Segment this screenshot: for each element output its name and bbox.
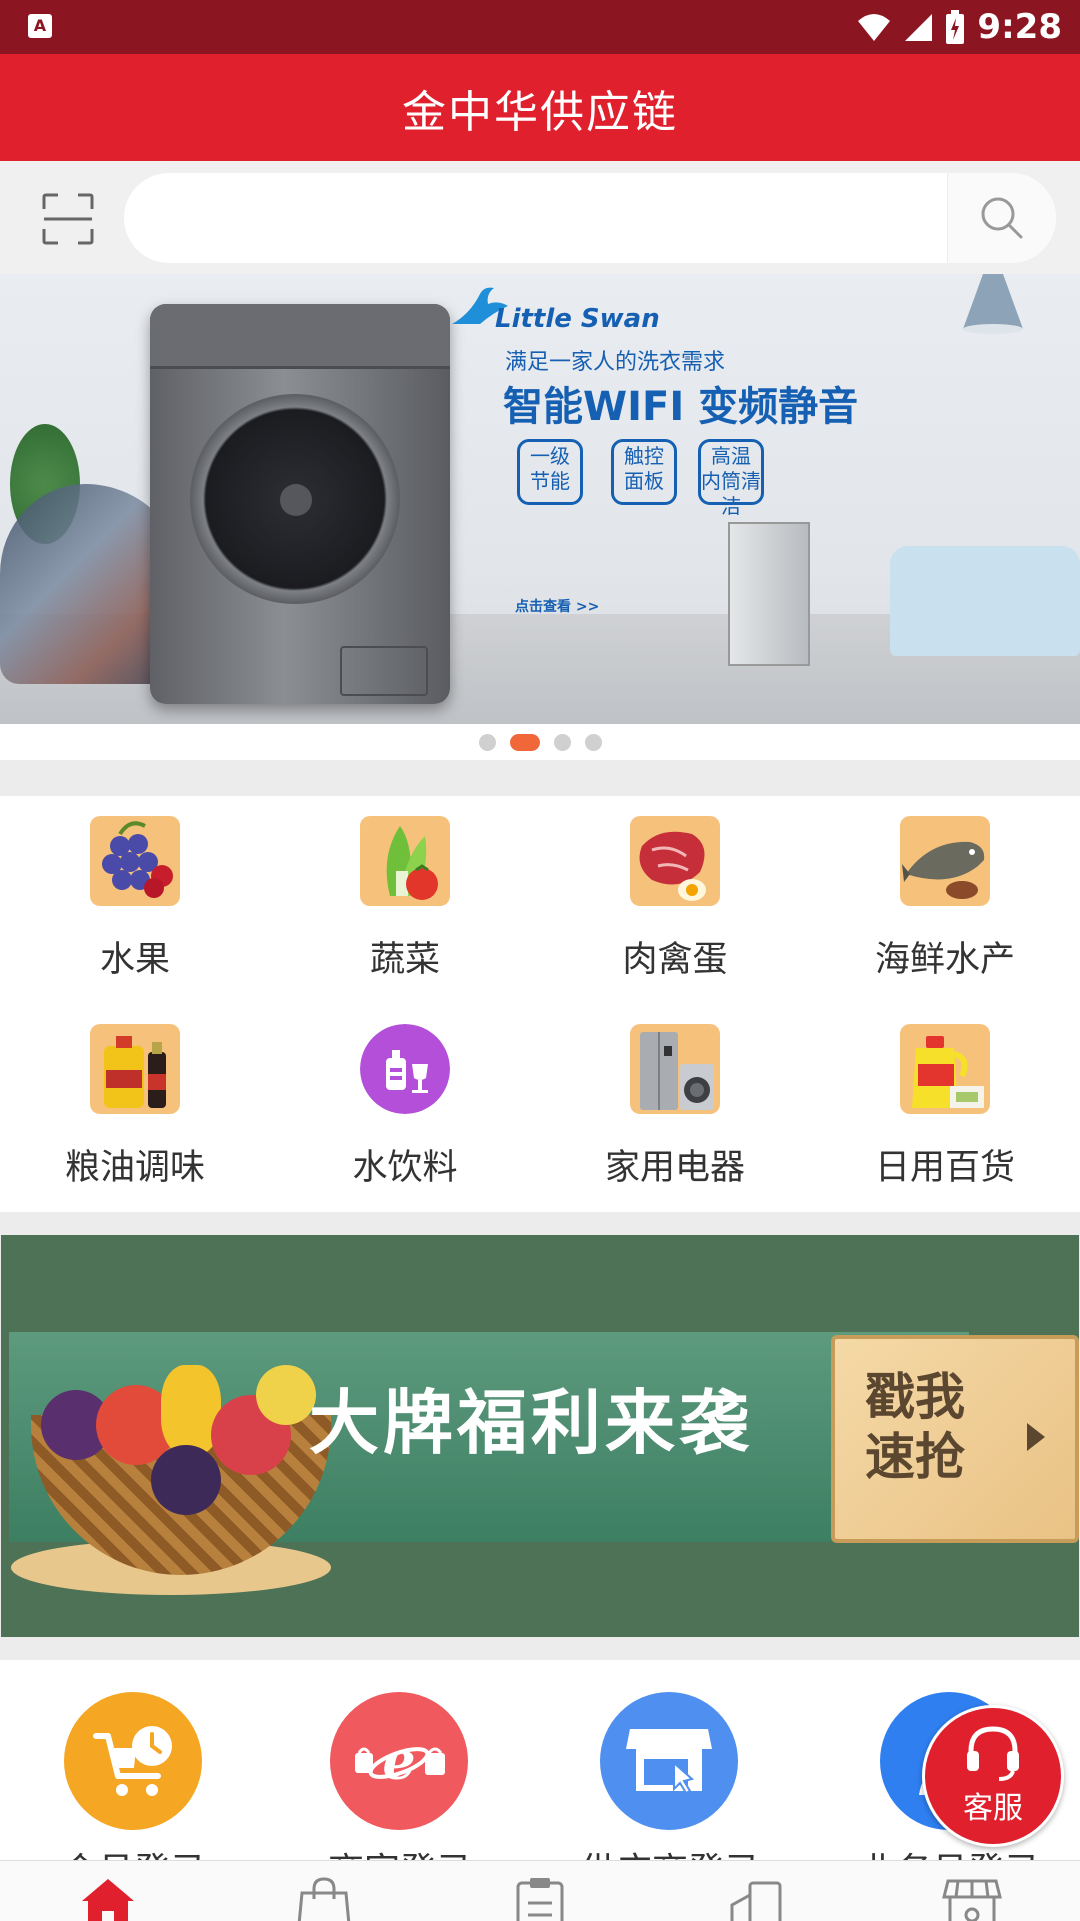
login-label: 会员登录 bbox=[24, 1842, 244, 1860]
customer-service-label: 客服 bbox=[963, 1791, 1023, 1826]
promo-banner[interactable]: 大牌福利来袭 戳我 速抢 bbox=[1, 1235, 1079, 1637]
category-label: 水果 bbox=[99, 940, 170, 980]
grapes-icon bbox=[90, 816, 180, 906]
carousel-dot[interactable] bbox=[478, 733, 496, 751]
bottom-nav bbox=[0, 1860, 1080, 1921]
store-icon bbox=[600, 1692, 738, 1830]
app-title: 金中华供应链 bbox=[402, 86, 678, 138]
carousel-dot[interactable] bbox=[553, 733, 571, 751]
category-grain-oil[interactable]: 粮油调味 bbox=[0, 1004, 270, 1204]
grape-bunch-image bbox=[151, 1445, 221, 1515]
supplier-login-button[interactable]: 供应商登录 bbox=[580, 1692, 760, 1860]
cabinet-image bbox=[728, 522, 810, 666]
login-label: 商家登录 bbox=[290, 1842, 510, 1860]
category-label: 蔬菜 bbox=[369, 940, 440, 980]
search-input[interactable] bbox=[154, 173, 958, 263]
promo-headline: 大牌福利来袭 bbox=[309, 1382, 753, 1464]
nav-delivery[interactable] bbox=[726, 1875, 786, 1921]
appliance-icon bbox=[630, 1024, 720, 1114]
search-box bbox=[124, 173, 1056, 263]
vegetable-icon bbox=[360, 816, 450, 906]
login-label: 业务员登录 bbox=[840, 1842, 1060, 1860]
app-header: 金中华供应链 bbox=[0, 54, 1080, 161]
category-drinks[interactable]: 水饮料 bbox=[270, 1004, 540, 1204]
wifi-icon bbox=[857, 12, 891, 42]
nav-home[interactable] bbox=[78, 1875, 138, 1921]
washer-door-center bbox=[280, 484, 312, 516]
ticket-text: 戳我 速抢 bbox=[865, 1367, 965, 1487]
play-arrow-icon bbox=[1027, 1423, 1045, 1451]
washing-machine-image bbox=[150, 304, 450, 704]
fish-icon bbox=[900, 816, 990, 906]
member-login-button[interactable]: 会员登录 bbox=[62, 1692, 206, 1860]
carousel-indicator bbox=[0, 724, 1080, 760]
login-label: 供应商登录 bbox=[560, 1842, 780, 1860]
meat-icon bbox=[630, 816, 720, 906]
status-time: 9:28 bbox=[977, 7, 1062, 47]
washer-door bbox=[190, 394, 400, 604]
category-meat[interactable]: 肉禽蛋 bbox=[540, 796, 810, 996]
category-label: 家用电器 bbox=[604, 1148, 745, 1188]
category-label: 日用百货 bbox=[874, 1148, 1015, 1188]
nav-orders[interactable] bbox=[510, 1875, 570, 1921]
sofa-image bbox=[890, 546, 1080, 656]
status-bar: A 9:28 bbox=[0, 0, 1080, 54]
svg-text:e: e bbox=[382, 1731, 415, 1792]
washer-panel bbox=[150, 304, 450, 369]
category-vegetable[interactable]: 蔬菜 bbox=[270, 796, 540, 996]
oil-icon bbox=[90, 1024, 180, 1114]
category-label: 粮油调味 bbox=[64, 1148, 205, 1188]
carousel-dot-active[interactable] bbox=[509, 733, 540, 751]
shop-icon bbox=[942, 1879, 1002, 1921]
nav-category[interactable] bbox=[294, 1875, 354, 1921]
lamp-icon bbox=[963, 274, 1023, 334]
signal-icon bbox=[903, 12, 933, 42]
status-icons: 9:28 bbox=[857, 6, 1062, 48]
banner-brand: Little Swan bbox=[495, 304, 660, 334]
cart-clock-icon bbox=[64, 1692, 202, 1830]
category-daily-goods[interactable]: 日用百货 bbox=[810, 1004, 1080, 1204]
ie-bag-icon: e bbox=[330, 1692, 468, 1830]
category-label: 水饮料 bbox=[352, 1148, 458, 1188]
category-grid: 水果 蔬菜 肉禽蛋 海鲜水产 粮油调味 水饮料 家用电器 日用百货 bbox=[0, 796, 1080, 1212]
category-label: 肉禽蛋 bbox=[622, 940, 728, 980]
drink-icon bbox=[360, 1024, 450, 1114]
promo-ticket-button[interactable]: 戳我 速抢 bbox=[831, 1335, 1079, 1543]
nav-shop[interactable] bbox=[942, 1875, 1002, 1921]
carousel-dot[interactable] bbox=[584, 733, 602, 751]
clipboard-icon bbox=[516, 1878, 564, 1921]
home-icon bbox=[82, 1879, 134, 1921]
search-bar bbox=[0, 161, 1080, 274]
category-seafood[interactable]: 海鲜水产 bbox=[810, 796, 1080, 996]
merchant-login-button[interactable]: e 商家登录 bbox=[328, 1692, 472, 1860]
banner-feature: 一级 节能 bbox=[517, 439, 583, 505]
category-fruit[interactable]: 水果 bbox=[0, 796, 270, 996]
banner-link[interactable]: 点击查看 >> bbox=[515, 596, 599, 616]
truck-icon bbox=[730, 1881, 782, 1921]
search-button[interactable] bbox=[947, 173, 1056, 263]
ticket-line2: 速抢 bbox=[865, 1428, 965, 1486]
banner-feature: 高温 内筒清洁 bbox=[698, 439, 764, 518]
notification-a-icon: A bbox=[28, 14, 52, 38]
detergent-icon bbox=[900, 1024, 990, 1114]
scan-button[interactable] bbox=[40, 191, 96, 247]
banner-headline: 智能WIFI 变频静音 bbox=[503, 384, 859, 430]
login-entries: 会员登录 e 商家登录 供应商登录 业务员登录 bbox=[0, 1660, 1080, 1860]
bag-icon bbox=[297, 1877, 351, 1921]
banner-carousel[interactable]: Little Swan 满足一家人的洗衣需求 智能WIFI 变频静音 一级 节能 … bbox=[0, 274, 1080, 724]
headset-icon bbox=[967, 1726, 1019, 1781]
washer-slot bbox=[340, 646, 428, 696]
ticket-line1: 戳我 bbox=[865, 1368, 965, 1426]
lemon-image bbox=[256, 1365, 316, 1425]
search-icon bbox=[981, 197, 1023, 239]
banner-subtitle: 满足一家人的洗衣需求 bbox=[505, 350, 726, 375]
banner-feature: 触控 面板 bbox=[611, 439, 677, 505]
battery-icon bbox=[945, 10, 965, 44]
scan-icon bbox=[42, 193, 94, 245]
customer-service-button[interactable]: 客服 bbox=[922, 1705, 1064, 1847]
category-appliance[interactable]: 家用电器 bbox=[540, 1004, 810, 1204]
category-label: 海鲜水产 bbox=[874, 940, 1015, 980]
